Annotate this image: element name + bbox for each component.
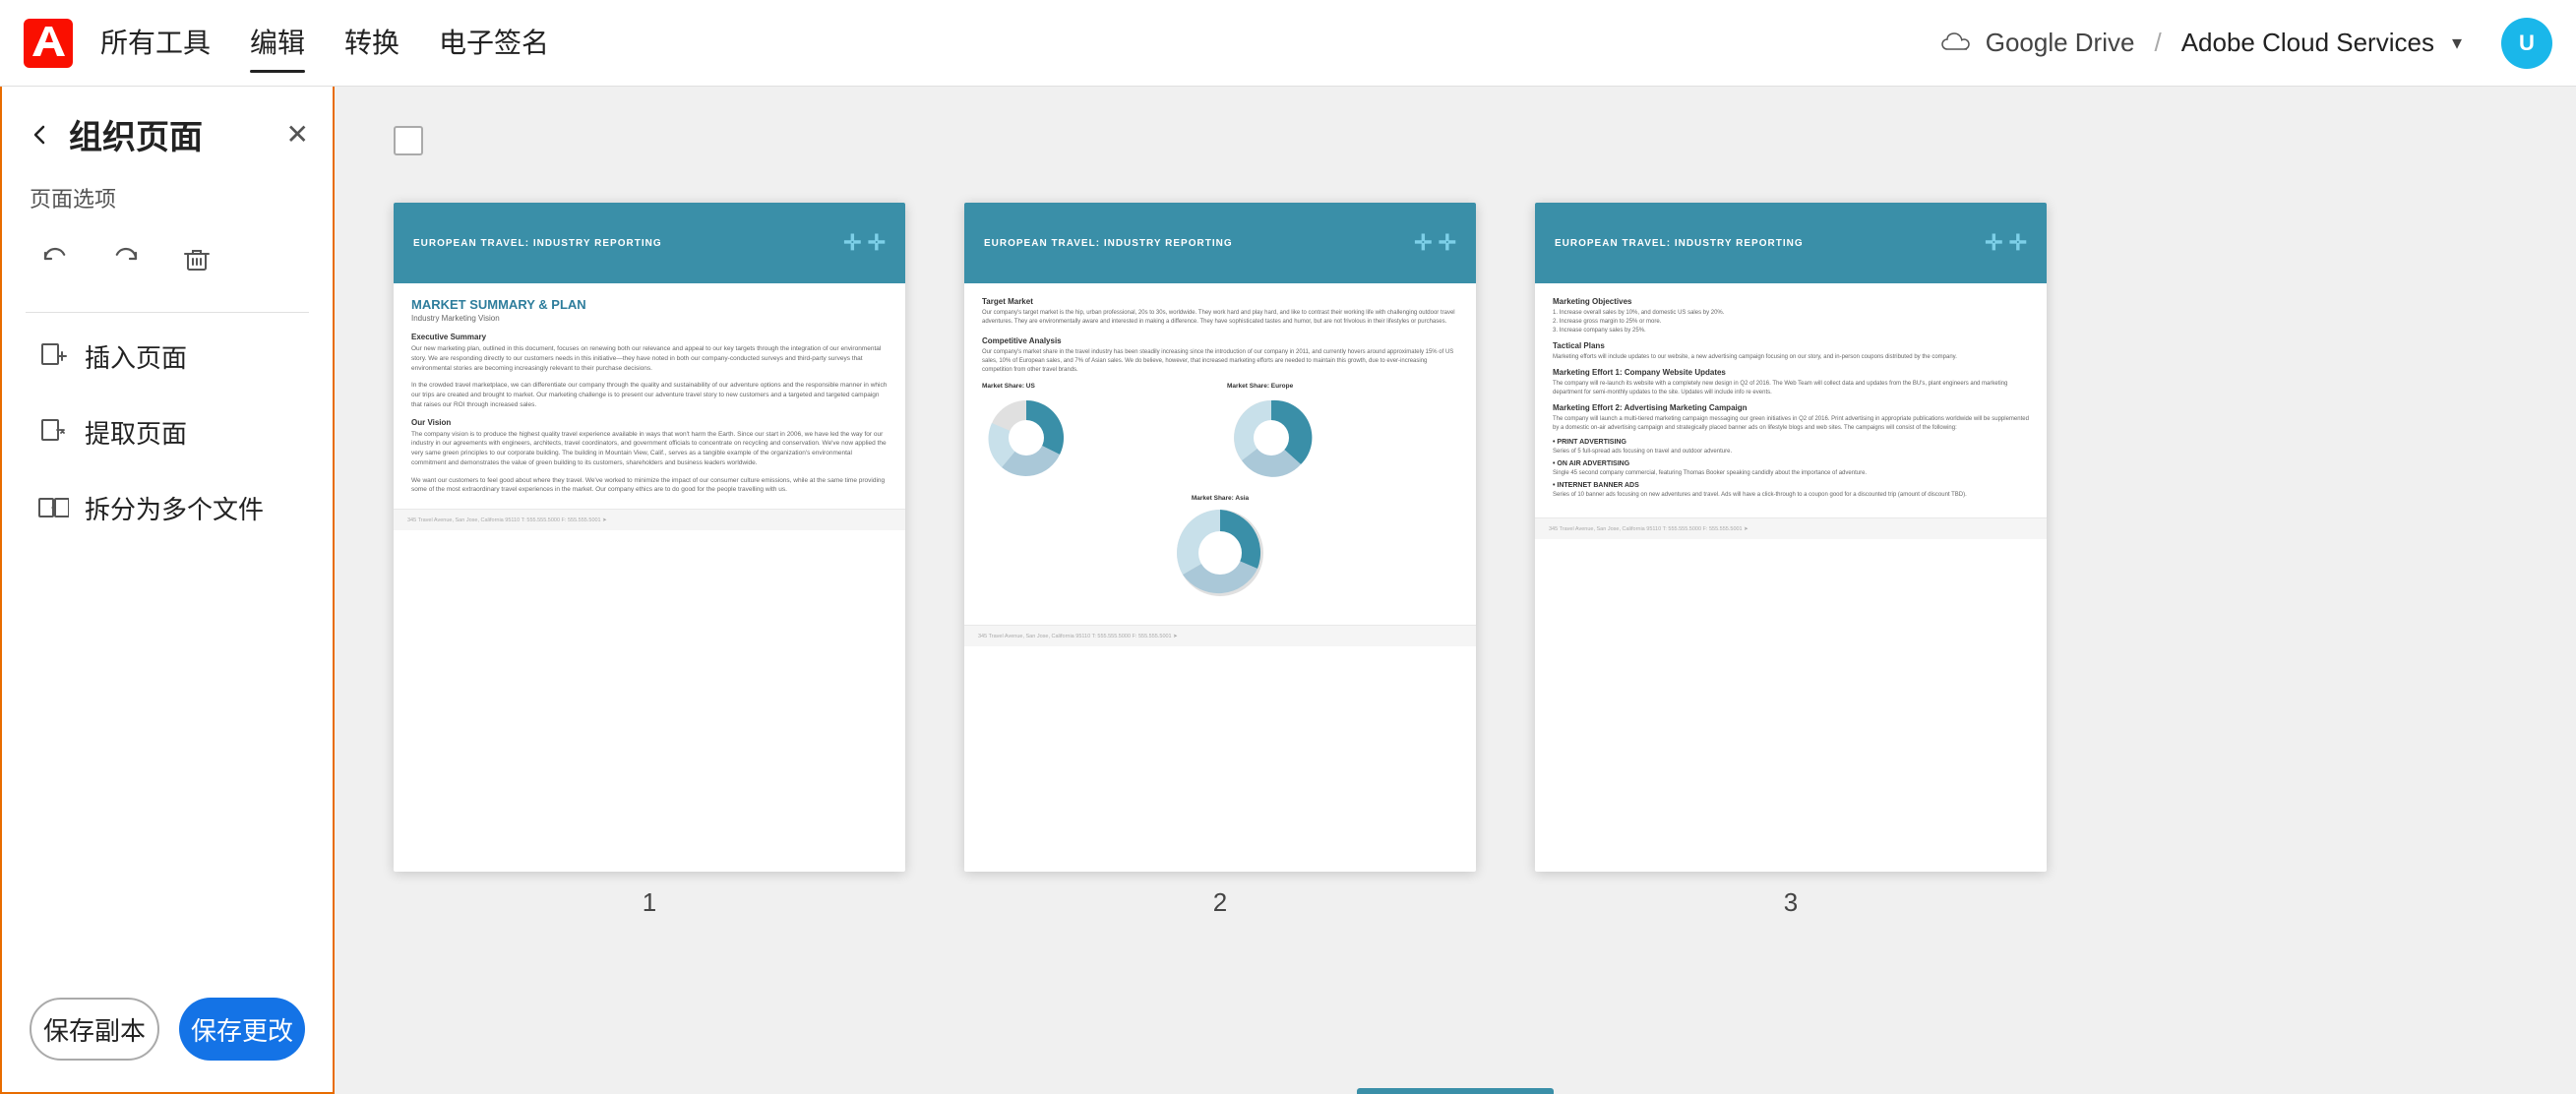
scroll-indicator	[1357, 1088, 1554, 1094]
organize-pages-panel: 组织页面 ✕ 页面选项	[0, 87, 335, 1094]
split-files-item[interactable]: 拆分为多个文件	[26, 472, 309, 544]
page-thumbnail-3[interactable]: EUROPEAN TRAVEL: INDUSTRY REPORTING ✛ ✛ …	[1535, 203, 2047, 872]
thumb-header-1: EUROPEAN TRAVEL: INDUSTRY REPORTING ✛ ✛	[394, 203, 905, 283]
adobe-logo[interactable]	[24, 19, 73, 68]
save-copy-button[interactable]: 保存副本	[30, 998, 159, 1061]
cloud-service-label: Adobe Cloud Services	[2181, 28, 2434, 58]
page-item-1: EUROPEAN TRAVEL: INDUSTRY REPORTING ✛ ✛ …	[394, 203, 905, 918]
page-number-3: 3	[1784, 887, 1798, 918]
nav-all-tools[interactable]: 所有工具	[100, 22, 211, 65]
save-changes-button[interactable]: 保存更改	[179, 998, 305, 1061]
nav-esign[interactable]: 电子签名	[439, 22, 549, 65]
topbar: 所有工具 编辑 转换 电子签名 Google Drive / Adobe Clo…	[0, 0, 2576, 87]
panel-menu-items: 插入页面 提取页面 拆分为多个文件	[2, 321, 333, 974]
thumb-header-2: EUROPEAN TRAVEL: INDUSTRY REPORTING ✛ ✛	[964, 203, 1476, 283]
page-item-2: EUROPEAN TRAVEL: INDUSTRY REPORTING ✛ ✛ …	[964, 203, 1476, 918]
page-thumbnail-1[interactable]: EUROPEAN TRAVEL: INDUSTRY REPORTING ✛ ✛ …	[394, 203, 905, 872]
top-nav: 所有工具 编辑 转换 电子签名	[100, 22, 1940, 65]
nav-edit[interactable]: 编辑	[250, 22, 305, 65]
path-separator: /	[2154, 28, 2161, 58]
select-all-checkbox[interactable]	[394, 126, 423, 155]
insert-page-item[interactable]: 插入页面	[26, 321, 309, 393]
panel-title: 组织页面	[69, 110, 271, 158]
page-thumbnail-2[interactable]: EUROPEAN TRAVEL: INDUSTRY REPORTING ✛ ✛ …	[964, 203, 1476, 872]
thumb-header-3: EUROPEAN TRAVEL: INDUSTRY REPORTING ✛ ✛	[1535, 203, 2047, 283]
undo-button[interactable]	[30, 233, 81, 284]
extract-page-item[interactable]: 提取页面	[26, 396, 309, 468]
panel-footer: 保存副本 保存更改	[2, 974, 333, 1092]
main-layout: 组织页面 ✕ 页面选项	[0, 87, 2576, 1094]
panel-close-button[interactable]: ✕	[286, 118, 309, 151]
content-area: EUROPEAN TRAVEL: INDUSTRY REPORTING ✛ ✛ …	[335, 87, 2576, 1094]
page-number-2: 2	[1213, 887, 1227, 918]
panel-divider	[26, 312, 309, 313]
nav-convert[interactable]: 转换	[344, 22, 399, 65]
panel-back-button[interactable]	[26, 121, 53, 149]
google-drive-label: Google Drive	[1986, 28, 2135, 58]
redo-button[interactable]	[100, 233, 152, 284]
select-all-row	[394, 126, 2517, 155]
page-number-1: 1	[643, 887, 656, 918]
cloud-service-chevron[interactable]: ▾	[2452, 30, 2462, 55]
page-options-label: 页面选项	[2, 174, 333, 225]
cloud-icon	[1940, 31, 1974, 55]
pages-row: EUROPEAN TRAVEL: INDUSTRY REPORTING ✛ ✛ …	[394, 203, 2517, 918]
panel-header: 组织页面 ✕	[2, 87, 333, 174]
delete-button[interactable]	[171, 233, 222, 284]
page-actions-toolbar	[2, 225, 333, 304]
cloud-section: Google Drive / Adobe Cloud Services ▾	[1940, 28, 2462, 58]
user-avatar[interactable]: U	[2501, 18, 2552, 69]
page-item-3: EUROPEAN TRAVEL: INDUSTRY REPORTING ✛ ✛ …	[1535, 203, 2047, 918]
